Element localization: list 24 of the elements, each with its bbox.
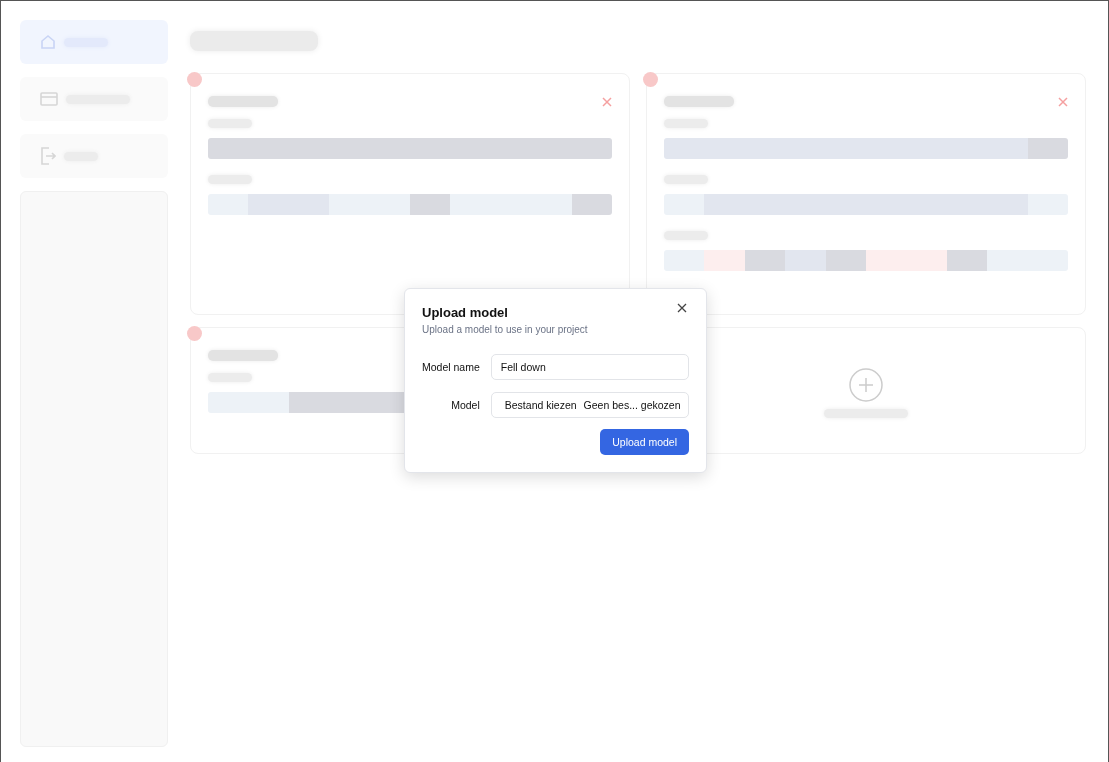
home-icon — [40, 34, 56, 50]
sidebar-item[interactable] — [20, 134, 168, 178]
blurred-text — [208, 350, 278, 361]
remove-icon[interactable] — [187, 72, 202, 87]
dialog-title: Upload model — [422, 305, 508, 320]
blurred-text — [208, 96, 278, 107]
model-name-field[interactable]: Fell down — [490, 354, 689, 380]
logout-icon — [40, 147, 56, 165]
close-icon[interactable] — [602, 96, 612, 107]
file-status: Geen bes... gekozen — [583, 399, 681, 411]
upload-button[interactable]: Upload model — [600, 429, 689, 455]
remove-icon[interactable] — [187, 326, 202, 341]
file-field[interactable]: Bestand kiezen Geen bes... gekozen — [490, 392, 689, 418]
window-icon — [40, 92, 58, 106]
plus-icon — [848, 367, 884, 403]
field-label: Model — [450, 399, 480, 411]
choose-file-button[interactable]: Bestand kiezen — [504, 399, 577, 411]
remove-icon[interactable] — [643, 72, 658, 87]
close-icon[interactable] — [1058, 96, 1068, 107]
sidebar-item[interactable] — [20, 77, 168, 121]
field-label: Model name — [422, 361, 480, 373]
dialog-subtitle: Upload a model to use in your project — [422, 324, 589, 335]
sidebar-item[interactable] — [20, 20, 168, 64]
blurred-text — [664, 96, 734, 107]
